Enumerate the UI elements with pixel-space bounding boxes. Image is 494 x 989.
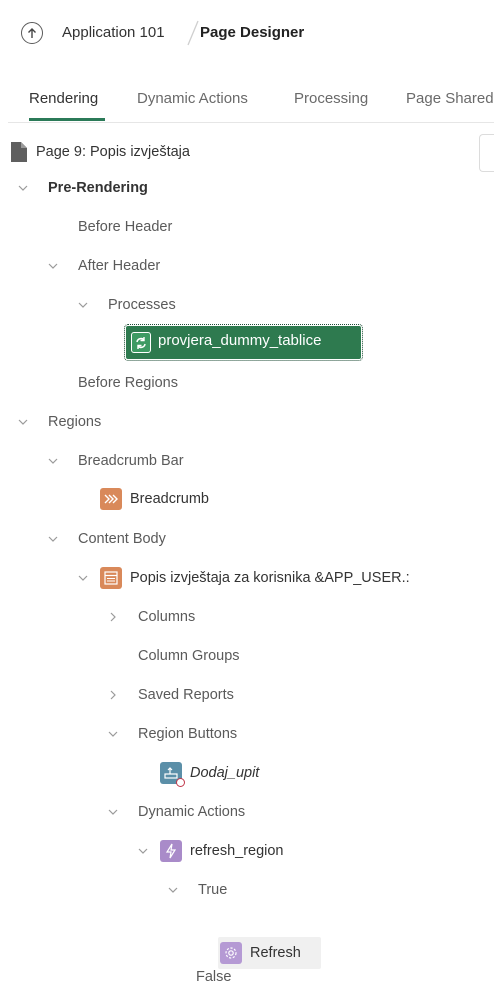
chevron-right-icon[interactable] bbox=[107, 689, 119, 701]
tree-node-label: Processes bbox=[108, 297, 176, 313]
page-title: Page Designer bbox=[200, 24, 305, 41]
chevron-down-icon[interactable] bbox=[107, 728, 119, 740]
tree-node-label: Popis izvještaja za korisnika &APP_USER.… bbox=[130, 570, 410, 586]
tree-node-processes[interactable]: Processes bbox=[108, 291, 176, 319]
tree-node-dynamic-actions[interactable]: Dynamic Actions bbox=[138, 798, 245, 826]
gear-icon bbox=[220, 942, 242, 964]
arrow-up-icon bbox=[28, 28, 36, 38]
error-indicator-icon bbox=[176, 778, 185, 787]
tree-node-false[interactable]: False bbox=[196, 963, 231, 989]
tree-node-label: Dynamic Actions bbox=[138, 804, 246, 820]
tree-node-label: Columns bbox=[138, 609, 196, 625]
chevron-right-icon[interactable] bbox=[107, 611, 119, 623]
chevron-down-icon[interactable] bbox=[77, 572, 89, 584]
tree-node-button[interactable]: Dodaj_upit bbox=[160, 759, 259, 787]
tree-node-pre-rendering[interactable]: Pre-Rendering bbox=[48, 174, 148, 202]
tree-node-label: Before Header bbox=[78, 219, 173, 235]
tree-node-after-header[interactable]: After Header bbox=[78, 252, 160, 280]
tree-node-label: Saved Reports bbox=[138, 687, 234, 703]
chevron-down-icon[interactable] bbox=[137, 845, 149, 857]
tree-node-column-groups[interactable]: Column Groups bbox=[138, 642, 240, 670]
tree-node-refresh[interactable]: Refresh bbox=[220, 939, 301, 967]
breadcrumb-icon bbox=[100, 488, 122, 510]
tree-node-label: False bbox=[196, 969, 232, 985]
tree-node-breadcrumb-bar[interactable]: Breadcrumb Bar bbox=[78, 447, 184, 475]
tree-node-label: After Header bbox=[78, 258, 161, 274]
tab-page-shared[interactable]: Page Shared bbox=[406, 90, 494, 107]
tree-node-before-regions[interactable]: Before Regions bbox=[78, 369, 178, 397]
tree-node-breadcrumb[interactable]: Breadcrumb bbox=[100, 485, 209, 513]
chevron-down-icon[interactable] bbox=[47, 260, 59, 272]
tree-node-columns[interactable]: Columns bbox=[138, 603, 195, 631]
chevron-down-icon[interactable] bbox=[47, 455, 59, 467]
tree-node-region-buttons[interactable]: Region Buttons bbox=[138, 720, 237, 748]
navigate-up-button[interactable] bbox=[21, 22, 43, 44]
tree-node-report-region[interactable]: Popis izvještaja za korisnika &APP_USER.… bbox=[100, 564, 410, 592]
chevron-down-icon[interactable] bbox=[17, 416, 29, 428]
tab-dynamic-actions[interactable]: Dynamic Actions bbox=[137, 90, 248, 107]
application-link[interactable]: Application 101 bbox=[62, 24, 165, 41]
active-tab-indicator bbox=[29, 118, 105, 121]
tab-rendering[interactable]: Rendering bbox=[29, 90, 98, 107]
tree-node-process-selected[interactable]: provjera_dummy_tablice bbox=[124, 324, 363, 361]
page-icon bbox=[11, 142, 27, 162]
report-icon bbox=[100, 567, 122, 589]
tab-processing[interactable]: Processing bbox=[294, 90, 368, 107]
tab-bar: Rendering Dynamic Actions Processing Pag… bbox=[8, 78, 494, 123]
tree-node-true[interactable]: True bbox=[198, 876, 227, 904]
tree-node-label: Page 9: Popis izvještaja bbox=[36, 144, 190, 160]
breadcrumb-separator bbox=[187, 20, 199, 46]
header: Application 101 Page Designer bbox=[8, 8, 494, 56]
chevron-down-icon[interactable] bbox=[167, 884, 179, 896]
chevron-down-icon[interactable] bbox=[17, 182, 29, 194]
tree-node-saved-reports[interactable]: Saved Reports bbox=[138, 681, 234, 709]
tree-node-regions[interactable]: Regions bbox=[48, 408, 101, 436]
tree-node-label: Breadcrumb bbox=[130, 491, 209, 507]
tree-node-label: Dodaj_upit bbox=[190, 765, 260, 781]
tree-node-label: refresh_region bbox=[190, 843, 284, 859]
process-icon bbox=[131, 332, 151, 353]
tree-node-label: Column Groups bbox=[138, 648, 240, 664]
chevron-down-icon[interactable] bbox=[107, 806, 119, 818]
tree-node-label: provjera_dummy_tablice bbox=[158, 332, 322, 349]
tree-node-dynamic-action[interactable]: refresh_region bbox=[160, 837, 284, 865]
lightning-icon bbox=[160, 840, 182, 862]
tree-node-label: Pre-Rendering bbox=[48, 180, 148, 196]
tree-node-label: Content Body bbox=[78, 531, 166, 547]
button-icon bbox=[160, 762, 185, 787]
chevron-down-icon[interactable] bbox=[77, 299, 89, 311]
page-designer-panel: Application 101 Page Designer Rendering … bbox=[8, 8, 494, 989]
tree-node-page[interactable]: Page 9: Popis izvještaja bbox=[10, 138, 190, 166]
tree-node-label: Regions bbox=[48, 414, 102, 430]
property-panel-edge bbox=[479, 134, 494, 172]
tree-node-label: Refresh bbox=[250, 945, 301, 961]
tree-node-label: Breadcrumb Bar bbox=[78, 453, 184, 469]
tree-node-label: True bbox=[198, 882, 228, 898]
tree-node-before-header[interactable]: Before Header bbox=[78, 213, 172, 241]
tree-node-label: Before Regions bbox=[78, 375, 178, 391]
tree-node-content-body[interactable]: Content Body bbox=[78, 525, 166, 553]
tree-node-label: Region Buttons bbox=[138, 726, 238, 742]
chevron-down-icon[interactable] bbox=[47, 533, 59, 545]
